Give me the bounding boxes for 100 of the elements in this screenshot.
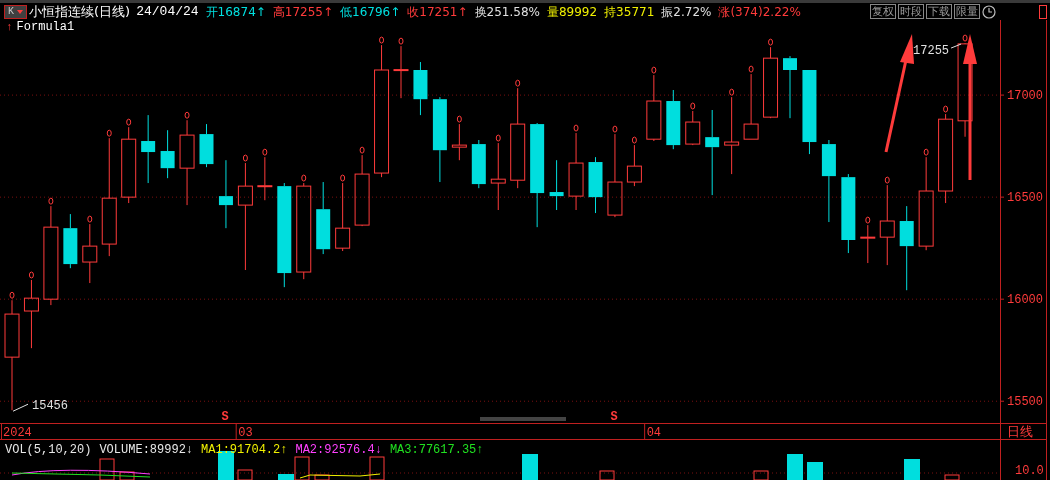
volume-bar — [119, 471, 135, 480]
instrument-title: 小恒指连续(日线) — [29, 2, 131, 21]
volume-axis-label: 10.0 — [1015, 464, 1044, 478]
volume-bar — [944, 474, 960, 480]
signal-label: S — [221, 410, 229, 424]
price-axis-label: 16000 — [1007, 293, 1043, 308]
volume-bar — [237, 469, 253, 480]
signal-label: S — [610, 410, 618, 424]
volume-bar — [99, 458, 115, 480]
date-axis-label: 04 — [646, 426, 662, 440]
indicator-value: MA2:92576.4↓ — [295, 442, 382, 459]
toolbar-button[interactable]: 时段 — [898, 4, 924, 19]
volume-bar — [787, 454, 803, 480]
toolbar-button[interactable]: 限量 — [954, 4, 980, 19]
volume-bar — [218, 451, 234, 480]
candle — [549, 159, 564, 211]
signal-mark-icon — [495, 134, 501, 142]
signal-mark-icon — [184, 111, 190, 119]
quote-field: 振2.72% — [661, 2, 712, 21]
date-axis-label: 03 — [238, 426, 253, 440]
signal-mark-icon — [379, 36, 385, 44]
signal-mark-icon — [884, 176, 890, 184]
quote-field: 低16796↑ — [340, 2, 401, 21]
candle — [257, 156, 273, 201]
indicator-value: MA1:91704.2↑ — [201, 442, 288, 459]
signal-mark-icon — [262, 148, 268, 156]
signal-mark-icon — [106, 129, 112, 137]
quote-field: 开16874↑ — [205, 2, 266, 21]
indicator-title: VOL(5,10,20) — [5, 442, 92, 459]
signal-mark-icon — [87, 215, 93, 223]
date-axis-label: 2024 — [3, 426, 32, 440]
price-axis-label: 16500 — [1007, 191, 1043, 206]
candle — [63, 213, 78, 269]
candle — [451, 123, 467, 161]
volume-bar — [522, 454, 538, 480]
quote-field: 量89992 — [546, 2, 598, 21]
candle — [646, 74, 662, 142]
candle — [783, 55, 797, 119]
candle — [335, 182, 351, 252]
quote-field: 换251.58% — [474, 2, 540, 21]
signal-mark-icon — [923, 148, 929, 156]
candle — [199, 123, 214, 168]
price-axis-label: 17000 — [1007, 89, 1043, 104]
volume-bar — [599, 470, 615, 480]
signal-mark-icon — [456, 115, 462, 123]
signal-mark-icon — [962, 34, 968, 42]
formula-name: Formula1 — [16, 20, 75, 34]
panel-toggle-icon[interactable] — [1039, 5, 1047, 19]
candle — [82, 223, 98, 284]
candle — [685, 110, 701, 146]
formula-arrow: ↑ — [6, 20, 13, 34]
signal-mark-icon — [28, 271, 34, 279]
candle — [218, 159, 233, 229]
signal-mark-icon — [729, 88, 735, 96]
signal-mark-icon — [690, 102, 696, 110]
caret-icon — [17, 9, 23, 14]
price-axis-label: 15500 — [1007, 395, 1043, 410]
volume-bar — [369, 456, 385, 480]
signal-mark-icon — [301, 174, 307, 182]
indicator-value: MA3:77617.35↑ — [389, 442, 484, 459]
candle — [860, 224, 876, 264]
scrollbar-thumb[interactable] — [480, 417, 566, 421]
signal-mark-icon — [768, 38, 774, 46]
candle — [588, 156, 603, 214]
indicator-value: VOLUME:89992↓ — [99, 442, 194, 459]
signal-mark-icon — [126, 118, 132, 126]
signal-mark-icon — [865, 216, 871, 224]
signal-mark-icon — [398, 37, 404, 45]
signal-mark-icon — [631, 136, 637, 144]
quote-field: 涨(374)2.22% — [718, 2, 801, 21]
candle — [626, 144, 642, 187]
signal-mark-icon — [515, 79, 521, 87]
volume-bar — [753, 470, 769, 480]
quote-field: 持35771 — [604, 2, 655, 21]
candle — [471, 139, 486, 189]
signal-mark-icon — [651, 66, 657, 74]
leader-line — [950, 43, 962, 49]
price-annotation: 15456 — [32, 399, 68, 414]
date-text: 24/04/24 — [136, 2, 199, 21]
leader-line — [12, 403, 29, 412]
mode-button[interactable]: K — [4, 4, 27, 19]
candle — [490, 142, 506, 211]
quote-field: 高17255↑ — [272, 2, 334, 21]
candle — [23, 279, 39, 349]
signal-mark-icon — [573, 124, 579, 132]
quote-field: 收17251↑ — [407, 2, 468, 21]
signal-mark-icon — [9, 291, 15, 299]
toolbar-button[interactable]: 下载 — [926, 4, 952, 19]
volume-bar — [314, 474, 330, 480]
clock-icon[interactable] — [982, 4, 996, 19]
signal-mark-icon — [943, 105, 949, 113]
volume-bar — [904, 459, 920, 480]
signal-mark-icon — [748, 65, 754, 73]
signal-mark-icon — [242, 154, 248, 162]
period-label: 日线 — [1007, 424, 1033, 439]
signal-mark-icon — [359, 146, 365, 154]
toolbar-button[interactable]: 复权 — [870, 4, 896, 19]
signal-mark-icon — [48, 197, 54, 205]
candle — [141, 114, 156, 184]
candle — [413, 61, 428, 116]
